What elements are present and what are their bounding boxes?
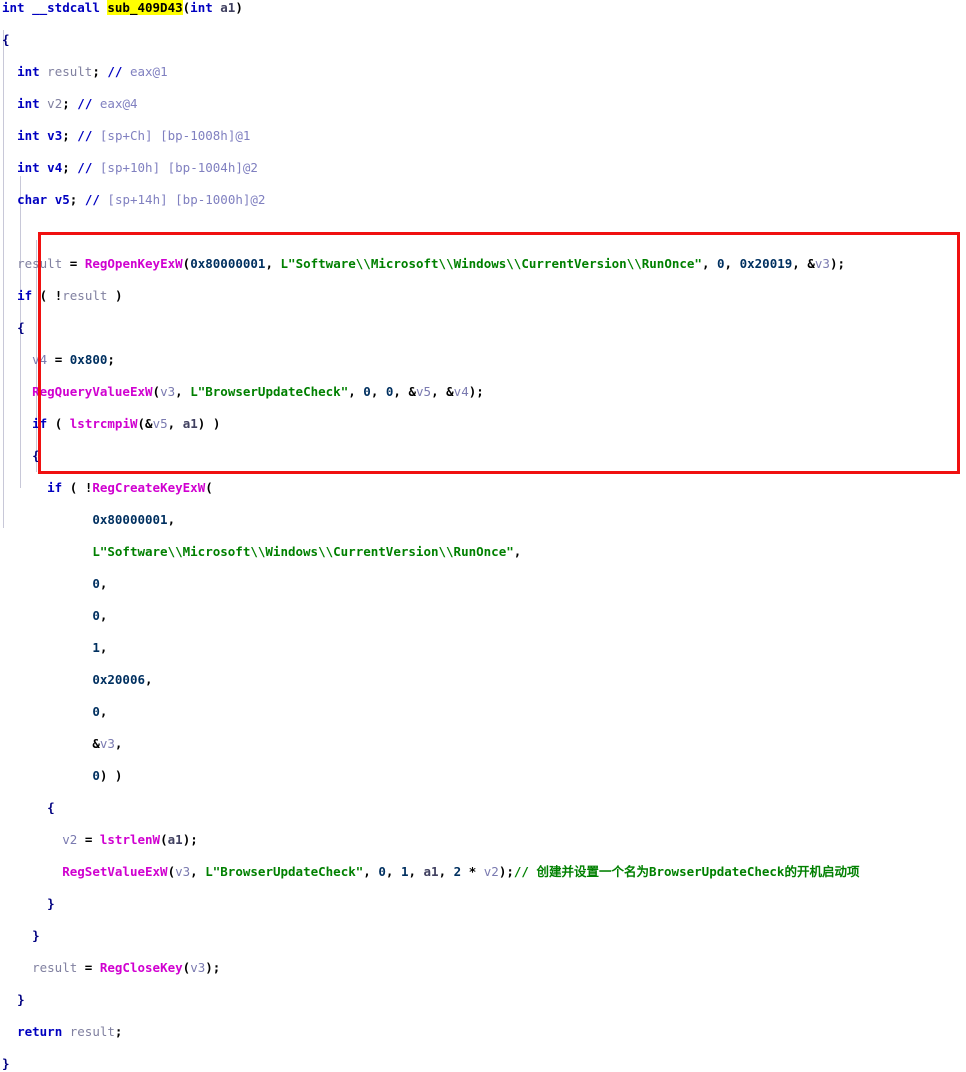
token-param-a1: a1 bbox=[167, 832, 183, 847]
token-var-result: result bbox=[32, 960, 78, 975]
code-line-29[interactable]: } bbox=[0, 896, 966, 912]
token-api-RegOpenKeyExW[interactable]: RegOpenKeyExW bbox=[85, 256, 183, 271]
token-api-RegSetValueExW[interactable]: RegSetValueExW bbox=[62, 864, 167, 879]
token-comment-loc: eax@1 bbox=[129, 64, 168, 79]
user-comment-zh[interactable]: // 创建并设置一个名为BrowserUpdateCheck的开机启动项 bbox=[514, 864, 860, 879]
code-line-33[interactable]: return result; bbox=[0, 1024, 966, 1040]
token-brace-open: { bbox=[2, 32, 10, 47]
token-comment-loc: [sp+Ch] [bp-1008h]@1 bbox=[99, 128, 251, 143]
code-line-23[interactable]: 0, bbox=[0, 704, 966, 720]
code-line-30[interactable]: } bbox=[0, 928, 966, 944]
function-name-highlighted[interactable]: sub_409D43 bbox=[107, 0, 183, 15]
code-line-16[interactable]: if ( !RegCreateKeyExW( bbox=[0, 480, 966, 496]
token-var-v4: v4 bbox=[453, 384, 469, 399]
token-api-lstrcmpiW[interactable]: lstrcmpiW bbox=[70, 416, 138, 431]
token-const: 0x80000001 bbox=[92, 512, 168, 527]
code-line-9[interactable]: result = RegOpenKeyExW(0x80000001, L"Sof… bbox=[0, 256, 966, 272]
token-param-a1: a1 bbox=[220, 0, 236, 15]
token-var-v3: v3 bbox=[160, 384, 176, 399]
token-comment-loc: [sp+14h] [bp-1000h]@2 bbox=[107, 192, 266, 207]
token-const: 0x800 bbox=[69, 352, 108, 367]
token-api-lstrlenW[interactable]: lstrlenW bbox=[100, 832, 160, 847]
token-var-v3: v3 bbox=[175, 864, 191, 879]
token-const: 0x20006 bbox=[92, 672, 145, 687]
token-string-browserupdatecheck: L"BrowserUpdateCheck" bbox=[205, 864, 364, 879]
token-var-v2: v2 bbox=[62, 832, 78, 847]
code-line-26[interactable]: { bbox=[0, 800, 966, 816]
token-var-v2: v2 bbox=[483, 864, 499, 879]
token-brace-close: } bbox=[2, 1056, 10, 1071]
code-line-34[interactable]: } bbox=[0, 1056, 966, 1072]
code-line-7[interactable]: char v5; // [sp+14h] [bp-1000h]@2 bbox=[0, 192, 966, 208]
code-line-32[interactable]: } bbox=[0, 992, 966, 1008]
token-param-a1: a1 bbox=[423, 864, 439, 879]
code-line-12[interactable]: v4 = 0x800; bbox=[0, 352, 966, 368]
code-line-24[interactable]: &v3, bbox=[0, 736, 966, 752]
code-line-27[interactable]: v2 = lstrlenW(a1); bbox=[0, 832, 966, 848]
token-const: 0x20019 bbox=[739, 256, 793, 271]
token-api-RegCreateKeyExW[interactable]: RegCreateKeyExW bbox=[92, 480, 205, 495]
token-var-result: result bbox=[62, 288, 108, 303]
token-var-v3: v3 bbox=[814, 256, 830, 271]
token-var-result: result bbox=[47, 64, 93, 79]
token-comment-loc: eax@4 bbox=[99, 96, 138, 111]
token-var-result: result bbox=[17, 256, 63, 271]
code-line-19[interactable]: 0, bbox=[0, 576, 966, 592]
code-line-28[interactable]: RegSetValueExW(v3, L"BrowserUpdateCheck"… bbox=[0, 864, 966, 880]
token-var-v3: v3 bbox=[99, 736, 115, 751]
token-var-v4: v4 bbox=[32, 352, 48, 367]
token-const: 0x80000001 bbox=[190, 256, 266, 271]
token-var-v5: v5 bbox=[416, 384, 432, 399]
code-line-15[interactable]: { bbox=[0, 448, 966, 464]
code-line-4[interactable]: int v2; // eax@4 bbox=[0, 96, 966, 112]
code-line-21[interactable]: 1, bbox=[0, 640, 966, 656]
code-line-17[interactable]: 0x80000001, bbox=[0, 512, 966, 528]
token-var-v4: v4 bbox=[47, 160, 63, 175]
token-var-v5: v5 bbox=[152, 416, 168, 431]
code-line-31[interactable]: result = RegCloseKey(v3); bbox=[0, 960, 966, 976]
token-var-result: result bbox=[69, 1024, 115, 1039]
token-var-v5: v5 bbox=[54, 192, 70, 207]
code-line-14[interactable]: if ( lstrcmpiW(&v5, a1) ) bbox=[0, 416, 966, 432]
token-var-v3: v3 bbox=[190, 960, 206, 975]
code-line-10[interactable]: if ( !result ) bbox=[0, 288, 966, 304]
token-string-runonce: L"Software\\Microsoft\\Windows\\CurrentV… bbox=[92, 544, 514, 559]
token-api-RegCloseKey[interactable]: RegCloseKey bbox=[100, 960, 183, 975]
code-line-5[interactable]: int v3; // [sp+Ch] [bp-1008h]@1 bbox=[0, 128, 966, 144]
code-line-3[interactable]: int result; // eax@1 bbox=[0, 64, 966, 80]
token-var-v3: v3 bbox=[47, 128, 63, 143]
token-api-RegQueryValueExW[interactable]: RegQueryValueExW bbox=[32, 384, 152, 399]
token-calling-convention: __stdcall bbox=[32, 0, 100, 15]
token-comment-loc: [sp+10h] [bp-1004h]@2 bbox=[99, 160, 258, 175]
code-line-8-blank bbox=[0, 224, 966, 240]
pseudocode-view[interactable]: int __stdcall sub_409D43(int a1) { int r… bbox=[0, 0, 966, 1071]
token-string-runonce: L"Software\\Microsoft\\Windows\\CurrentV… bbox=[280, 256, 702, 271]
token-var-v2: v2 bbox=[47, 96, 63, 111]
code-line-18[interactable]: L"Software\\Microsoft\\Windows\\CurrentV… bbox=[0, 544, 966, 560]
code-line-2[interactable]: { bbox=[0, 32, 966, 48]
code-line-6[interactable]: int v4; // [sp+10h] [bp-1004h]@2 bbox=[0, 160, 966, 176]
code-line-1[interactable]: int __stdcall sub_409D43(int a1) bbox=[0, 0, 966, 16]
token-keyword: int bbox=[2, 0, 25, 15]
code-line-13[interactable]: RegQueryValueExW(v3, L"BrowserUpdateChec… bbox=[0, 384, 966, 400]
code-line-11[interactable]: { bbox=[0, 320, 966, 336]
code-line-20[interactable]: 0, bbox=[0, 608, 966, 624]
code-line-25[interactable]: 0) ) bbox=[0, 768, 966, 784]
code-line-22[interactable]: 0x20006, bbox=[0, 672, 966, 688]
token-string-browserupdatecheck: L"BrowserUpdateCheck" bbox=[190, 384, 349, 399]
token-param-a1: a1 bbox=[182, 416, 198, 431]
